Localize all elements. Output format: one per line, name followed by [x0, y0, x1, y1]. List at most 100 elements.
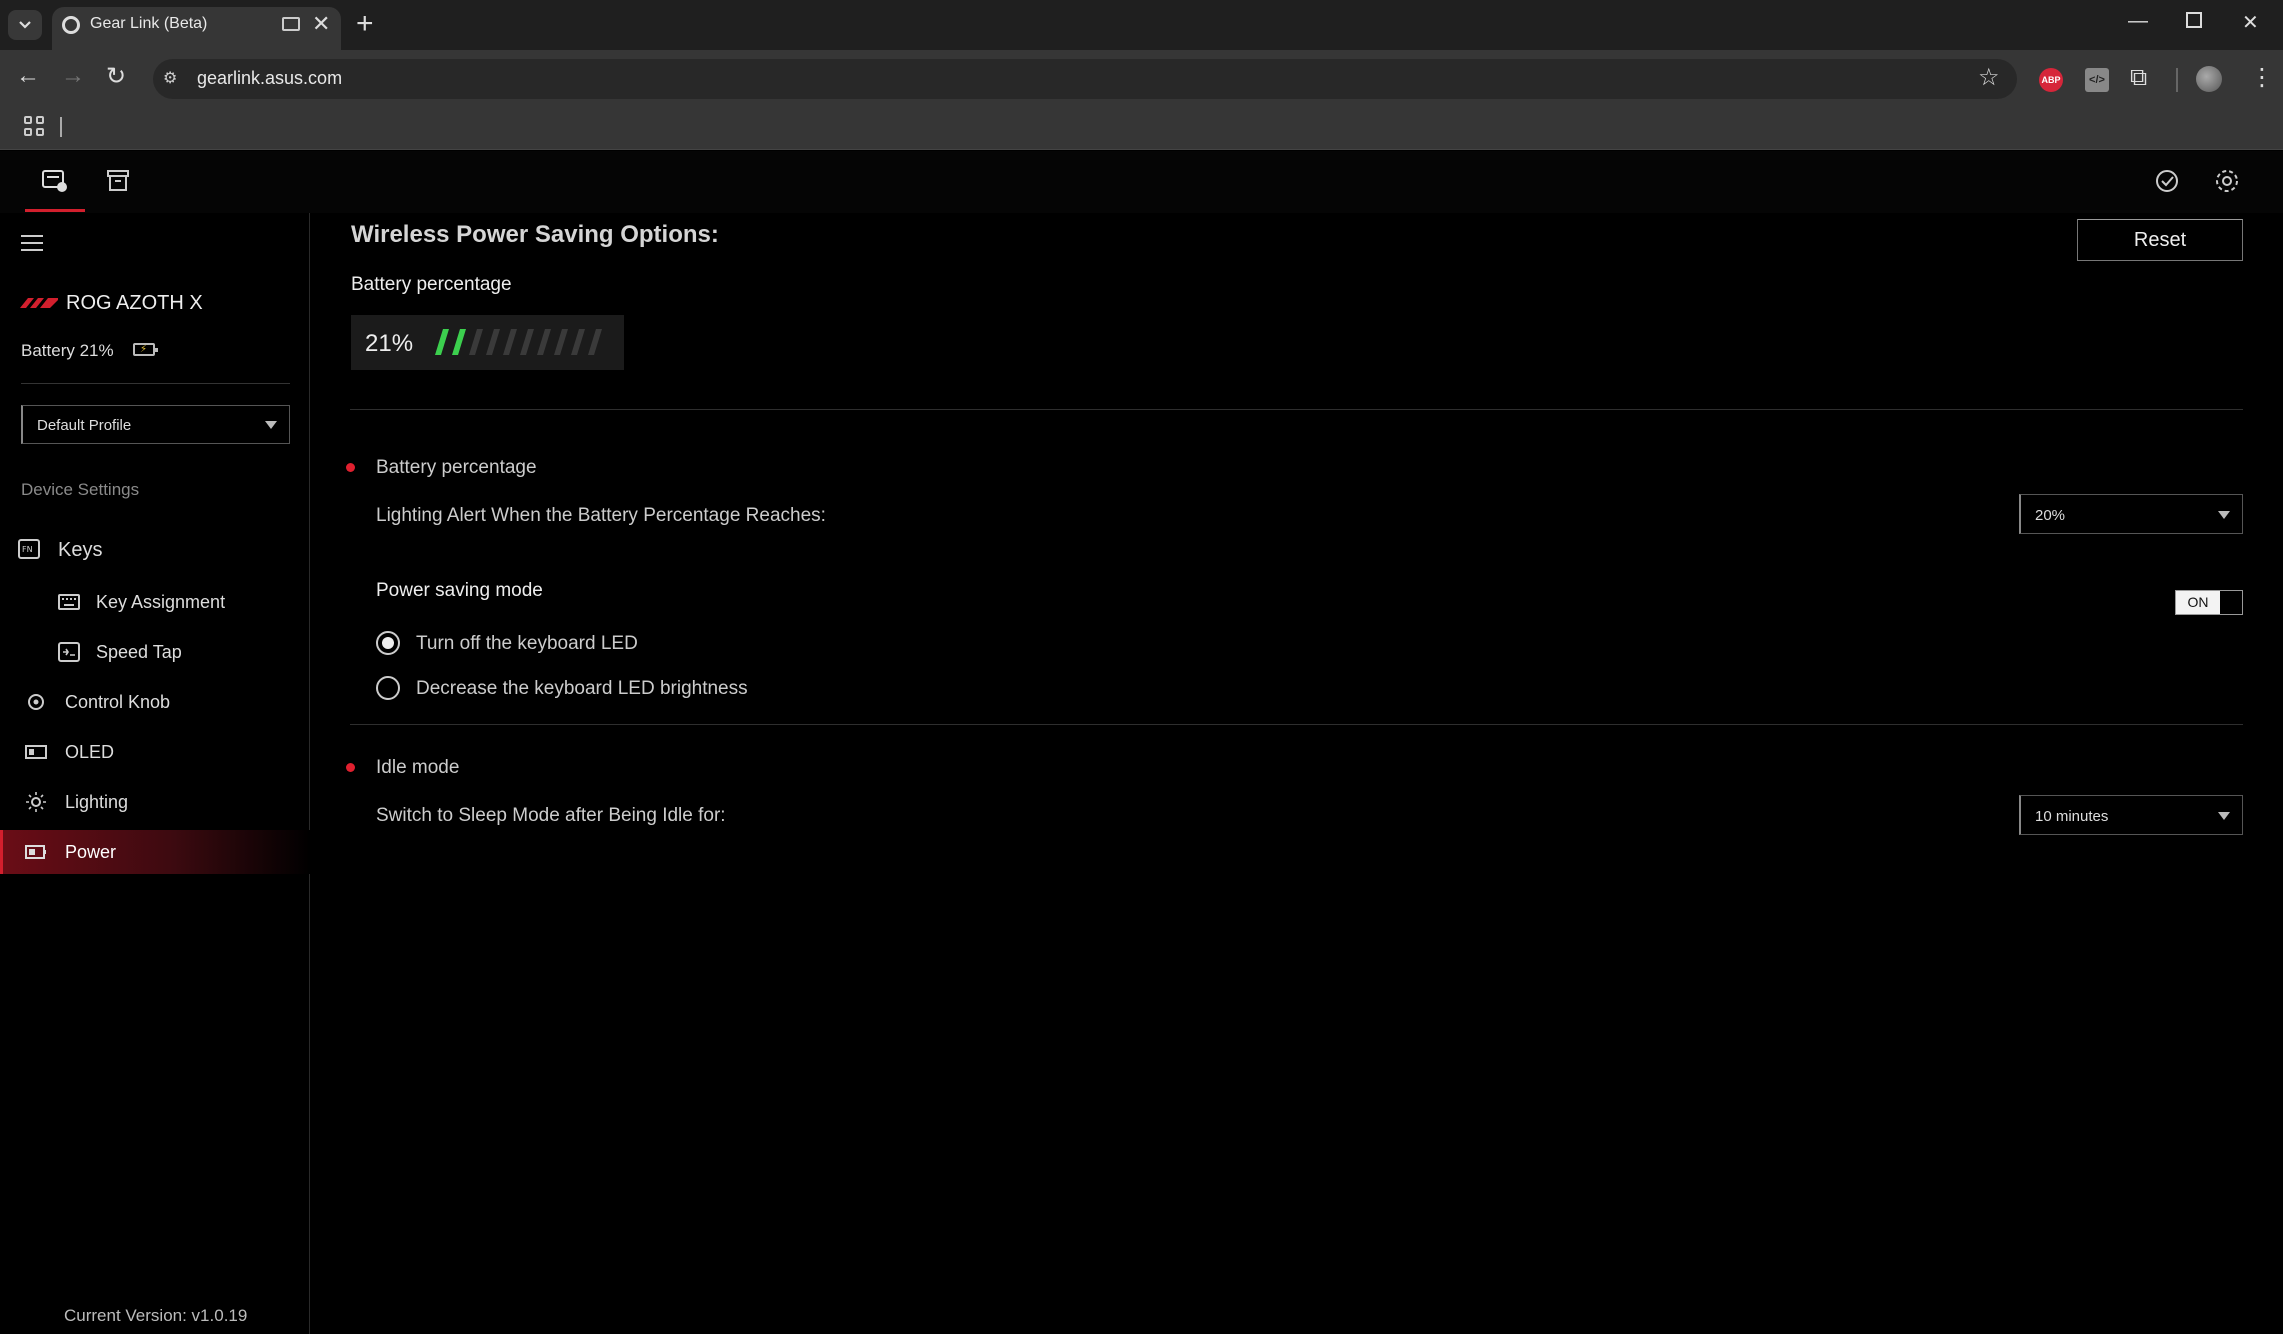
browser-tab-strip: [0, 0, 2283, 50]
rog-logo: [20, 298, 58, 308]
control-knob-icon: [28, 694, 44, 710]
section-divider: [350, 409, 2243, 410]
new-tab-button[interactable]: +: [356, 7, 374, 41]
dropdown-arrow-icon: [2218, 812, 2230, 820]
radio-decrease-brightness[interactable]: [376, 676, 400, 700]
maximize-icon[interactable]: [2186, 12, 2202, 28]
reload-icon[interactable]: ↻: [106, 62, 126, 91]
adblock-plus-icon[interactable]: ABP: [2039, 68, 2063, 92]
idle-section-bullet: [346, 763, 355, 772]
dropdown-arrow-icon: [2218, 511, 2230, 519]
battery-segment-empty: [486, 329, 500, 355]
code-extension-icon[interactable]: </>: [2085, 68, 2109, 92]
update-check-icon[interactable]: [2153, 167, 2181, 200]
profile-avatar[interactable]: [2196, 66, 2222, 92]
more-menu-icon[interactable]: ⋮: [2250, 63, 2274, 92]
tab-title: Gear Link (Beta): [90, 15, 208, 32]
bookmark-star-icon[interactable]: ☆: [1978, 63, 2000, 92]
sidebar-divider: [21, 383, 290, 384]
battery-segment-empty: [537, 329, 551, 355]
sidebar-item-label: OLED: [65, 742, 115, 762]
alert-percentage-dropdown[interactable]: 20%: [2019, 494, 2243, 534]
toggle-state-label: ON: [2176, 591, 2220, 614]
bookmarks-bar: [0, 108, 2283, 150]
profile-dropdown[interactable]: Default Profile: [21, 405, 290, 444]
sidebar-item-label: Control Knob: [65, 692, 171, 712]
sidebar-item-lighting[interactable]: Lighting: [0, 780, 310, 824]
battery-segment-empty: [469, 329, 483, 355]
sidebar-item-label: Lighting: [65, 792, 129, 812]
oled-screen-icon: [25, 745, 47, 759]
battery-segment-empty: [588, 329, 602, 355]
radio-turn-off-led[interactable]: [376, 631, 400, 655]
keyboard-icon: [58, 594, 80, 610]
toolbar-divider: [2176, 68, 2178, 92]
forward-arrow-icon[interactable]: →: [61, 62, 85, 90]
battery-icon: [25, 845, 46, 859]
idle-mode-label: Idle mode: [376, 757, 460, 778]
sidebar-item-control-knob[interactable]: Control Knob: [0, 680, 310, 724]
page-title: Wireless Power Saving Options:: [351, 221, 719, 248]
url-text[interactable]: gearlink.asus.com: [197, 68, 342, 89]
alert-percentage-value: 20%: [2035, 507, 2066, 524]
battery-percentage-value: 21%: [365, 330, 414, 357]
address-bar[interactable]: [153, 59, 2017, 99]
reset-button[interactable]: Reset: [2077, 219, 2243, 261]
tab-store[interactable]: [95, 162, 140, 212]
radio-label[interactable]: Turn off the keyboard LED: [416, 633, 638, 655]
sidebar-item-key-assignment[interactable]: Key Assignment: [0, 580, 310, 624]
battery-charging-icon: ⚡: [133, 343, 158, 356]
lighting-alert-label: Lighting Alert When the Battery Percenta…: [376, 505, 826, 526]
tab-device[interactable]: [25, 162, 85, 212]
profile-dropdown-value: Default Profile: [37, 417, 132, 434]
sidebar-item-label: Key Assignment: [96, 592, 226, 612]
battery-segment-empty: [503, 329, 517, 355]
dropdown-arrow-icon: [265, 421, 277, 429]
battery-segment-filled: [452, 329, 466, 355]
extensions-puzzle-icon[interactable]: ⧉: [2130, 64, 2147, 92]
device-icon: [42, 170, 67, 192]
sidebar-item-power[interactable]: Power: [0, 830, 310, 874]
section-divider: [350, 724, 2243, 725]
sleep-timeout-value: 10 minutes: [2035, 808, 2109, 825]
fn-key-icon: FN: [18, 539, 40, 559]
battery-heading: Battery percentage: [351, 274, 512, 295]
hamburger-menu-icon[interactable]: [21, 235, 43, 251]
sidebar-item-label: Speed Tap: [96, 642, 182, 662]
radio-label[interactable]: Decrease the keyboard LED brightness: [416, 678, 748, 700]
app-top-bar: [0, 151, 2283, 213]
sleep-timeout-dropdown[interactable]: 10 minutes: [2019, 795, 2243, 835]
battery-segment-empty: [571, 329, 585, 355]
apps-grid-icon[interactable]: [24, 116, 44, 136]
version-label: Current Version: v1.0.19: [64, 1306, 248, 1325]
window-close-icon[interactable]: ✕: [2242, 10, 2259, 35]
minimize-icon[interactable]: —: [2128, 10, 2148, 33]
svg-text:FN: FN: [22, 545, 33, 554]
power-saving-toggle[interactable]: ON: [2175, 590, 2243, 615]
sidebar-item-keys[interactable]: FN Keys: [0, 527, 310, 571]
close-tab-icon[interactable]: ✕: [312, 11, 330, 37]
gear-icon[interactable]: [2213, 167, 2241, 200]
sleep-mode-label: Switch to Sleep Mode after Being Idle fo…: [376, 805, 726, 826]
site-info-icon[interactable]: ⚙: [163, 68, 183, 88]
battery-section-label: Battery percentage: [376, 457, 537, 478]
gear-link-favicon-icon: [62, 16, 80, 34]
sidebar-item-oled[interactable]: OLED: [0, 730, 310, 774]
tab-search-button[interactable]: [8, 10, 42, 40]
bookmarks-divider: [60, 117, 62, 137]
battery-segment-empty: [554, 329, 568, 355]
sidebar-item-label: Keys: [58, 539, 103, 561]
back-arrow-icon[interactable]: ←: [16, 62, 40, 90]
chevron-down-icon: [19, 21, 31, 29]
sidebar-item-speed-tap[interactable]: Speed Tap: [0, 630, 310, 674]
lighting-sun-icon: [26, 792, 46, 812]
battery-segment-empty: [520, 329, 534, 355]
sidebar-item-label: Power: [65, 842, 117, 862]
battery-level-bar: [435, 329, 602, 355]
battery-section-bullet: [346, 463, 355, 472]
power-saving-mode-label: Power saving mode: [376, 580, 543, 601]
main-content: [311, 213, 2283, 1334]
store-icon: [106, 170, 129, 191]
battery-segment-filled: [435, 329, 449, 355]
device-settings-heading: Device Settings: [21, 480, 140, 499]
